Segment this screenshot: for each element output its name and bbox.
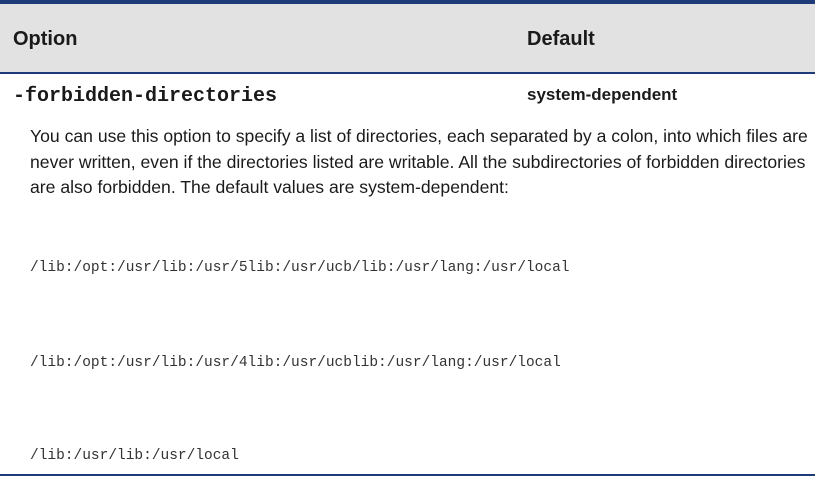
default-path-list: /lib:/usr/lib:/usr/local	[30, 448, 239, 464]
default-path-list: /lib:/opt:/usr/lib:/usr/4lib:/usr/ucblib…	[30, 355, 561, 371]
option-description: You can use this option to specify a lis…	[30, 126, 808, 197]
table-header-rule	[0, 72, 815, 74]
column-header-option: Option	[13, 28, 78, 50]
table-header-row: Option Default	[0, 4, 815, 72]
option-default-value: system-dependent	[527, 85, 678, 104]
column-header-default: Default	[527, 28, 595, 50]
default-path-list: /lib:/opt:/usr/lib:/usr/5lib:/usr/ucb/li…	[30, 260, 570, 276]
option-name: -forbidden-directories	[13, 85, 278, 108]
table-bottom-rule	[0, 474, 815, 476]
